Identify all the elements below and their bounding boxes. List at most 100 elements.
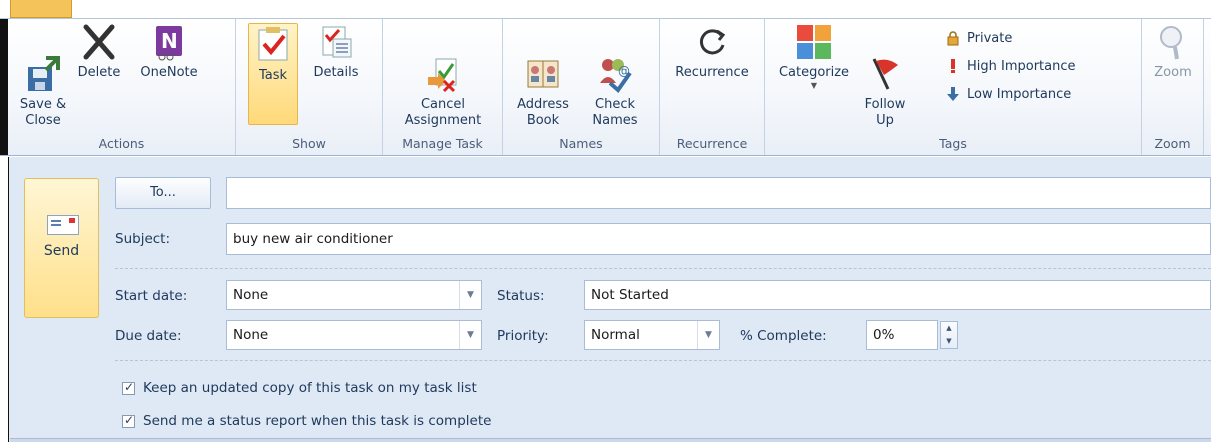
group-label-zoom: Zoom xyxy=(1154,136,1191,151)
zoom-button[interactable]: Zoom xyxy=(1148,21,1198,81)
group-label-recurrence: Recurrence xyxy=(676,136,748,151)
low-importance-button[interactable]: Low Importance xyxy=(945,83,1071,105)
recurrence-button[interactable]: Recurrence xyxy=(666,21,758,81)
to-button[interactable]: To... xyxy=(115,177,211,209)
percent-complete-spinner[interactable]: ▲ ▼ xyxy=(940,321,958,349)
group-manage-task: Cancel Assignment Manage Task xyxy=(383,19,503,155)
group-zoom: Zoom Zoom xyxy=(1142,19,1204,155)
start-date-label: Start date: xyxy=(115,288,188,304)
follow-up-icon xyxy=(866,39,904,90)
ribbon: Save & Close Delete N OneNote Actions Ta… xyxy=(0,18,1211,156)
details-button[interactable]: Details xyxy=(306,21,366,81)
spin-up-icon[interactable]: ▲ xyxy=(941,322,957,335)
delete-button[interactable]: Delete xyxy=(72,21,126,81)
keep-copy-checkbox-box[interactable] xyxy=(122,380,135,395)
due-date-dropdown-icon[interactable]: ▼ xyxy=(459,321,481,349)
high-importance-label: High Importance xyxy=(967,58,1076,74)
address-book-icon xyxy=(524,39,562,88)
percent-complete-field[interactable]: 0% xyxy=(866,320,938,350)
onenote-button[interactable]: N OneNote xyxy=(132,21,206,81)
due-date-label: Due date: xyxy=(115,328,182,344)
categorize-button[interactable]: Categorize ▼ xyxy=(775,21,853,91)
group-label-tags: Tags xyxy=(939,136,967,151)
low-importance-icon xyxy=(945,86,961,102)
status-label: Status: xyxy=(497,288,545,304)
priority-dropdown-icon[interactable]: ▼ xyxy=(697,321,719,349)
address-book-button[interactable]: Address Book xyxy=(511,21,575,129)
lock-icon xyxy=(945,30,961,46)
address-book-label: Address Book xyxy=(517,97,569,128)
private-button[interactable]: Private xyxy=(945,27,1012,49)
zoom-icon xyxy=(1154,23,1192,61)
categorize-label: Categorize xyxy=(778,65,850,80)
status-field[interactable]: Not Started xyxy=(584,280,1211,310)
cancel-assignment-label: Cancel Assignment xyxy=(404,97,482,128)
priority-label: Priority: xyxy=(497,328,549,344)
group-label-manage-task: Manage Task xyxy=(402,136,483,151)
status-value: Not Started xyxy=(591,287,669,303)
save-close-icon xyxy=(24,39,62,91)
check-names-icon: @ xyxy=(596,39,634,93)
group-recurrence: Recurrence Recurrence xyxy=(660,19,765,155)
start-date-value: None xyxy=(233,287,269,303)
to-field[interactable] xyxy=(226,177,1211,209)
separator-top xyxy=(115,268,1211,269)
spin-down-icon[interactable]: ▼ xyxy=(941,335,957,348)
details-icon xyxy=(317,23,355,61)
task-label: Task xyxy=(258,68,288,83)
delete-icon xyxy=(80,23,118,61)
onenote-label: OneNote xyxy=(140,65,198,80)
high-importance-button[interactable]: High Importance xyxy=(945,55,1076,77)
check-names-label: Check Names xyxy=(592,97,638,128)
high-importance-icon xyxy=(945,58,961,74)
subject-label: Subject: xyxy=(115,231,171,247)
start-date-field[interactable]: None ▼ xyxy=(226,280,482,310)
send-label: Send xyxy=(43,243,80,259)
keep-copy-checkbox[interactable]: Keep an updated copy of this task on my … xyxy=(122,380,477,396)
subject-field[interactable]: buy new air conditioner xyxy=(226,223,1211,255)
categorize-icon xyxy=(795,23,833,61)
save-close-button[interactable]: Save & Close xyxy=(18,21,68,129)
status-report-label: Send me a status report when this task i… xyxy=(143,413,492,429)
keep-copy-label: Keep an updated copy of this task on my … xyxy=(143,380,477,396)
start-date-dropdown-icon[interactable]: ▼ xyxy=(459,281,481,309)
low-importance-label: Low Importance xyxy=(967,86,1072,102)
private-label: Private xyxy=(967,30,1013,46)
recurrence-icon xyxy=(693,23,731,61)
group-label-names: Names xyxy=(559,136,603,151)
file-tab[interactable] xyxy=(10,0,72,18)
details-label: Details xyxy=(313,65,359,80)
title-strip xyxy=(0,0,1211,18)
recurrence-label: Recurrence xyxy=(675,65,749,80)
percent-complete-label: % Complete: xyxy=(740,328,827,344)
group-actions: Save & Close Delete N OneNote Actions xyxy=(8,19,236,155)
cancel-assignment-icon xyxy=(424,39,462,93)
follow-up-label: Follow Up xyxy=(864,97,906,128)
priority-value: Normal xyxy=(591,327,640,343)
separator-bottom xyxy=(115,360,1211,361)
zoom-label: Zoom xyxy=(1154,65,1192,80)
group-tags: Categorize ▼ Follow Up Private High Impo… xyxy=(765,19,1142,155)
priority-field[interactable]: Normal ▼ xyxy=(584,320,720,350)
status-report-checkbox-box[interactable] xyxy=(122,413,135,428)
delete-label: Delete xyxy=(77,65,121,80)
cancel-assignment-button[interactable]: Cancel Assignment xyxy=(397,21,489,129)
notes-area-top xyxy=(10,438,1211,442)
svg-text:N: N xyxy=(161,29,178,53)
group-label-show: Show xyxy=(292,136,326,151)
follow-up-button[interactable]: Follow Up xyxy=(855,21,915,129)
send-button[interactable]: Send xyxy=(24,178,99,318)
group-names: Address Book @ Check Names Names xyxy=(503,19,660,155)
send-envelope-icon xyxy=(47,215,79,235)
group-show: Task Details Show xyxy=(236,19,383,155)
group-label-actions: Actions xyxy=(98,136,145,151)
due-date-value: None xyxy=(233,327,269,343)
task-icon xyxy=(254,26,292,64)
check-names-button[interactable]: @ Check Names xyxy=(583,21,647,129)
save-close-label: Save & Close xyxy=(19,97,67,128)
task-view-button[interactable]: Task xyxy=(248,23,298,125)
due-date-field[interactable]: None ▼ xyxy=(226,320,482,350)
onenote-icon: N xyxy=(150,23,188,61)
status-report-checkbox[interactable]: Send me a status report when this task i… xyxy=(122,413,491,429)
categorize-chevron-icon: ▼ xyxy=(810,81,818,90)
